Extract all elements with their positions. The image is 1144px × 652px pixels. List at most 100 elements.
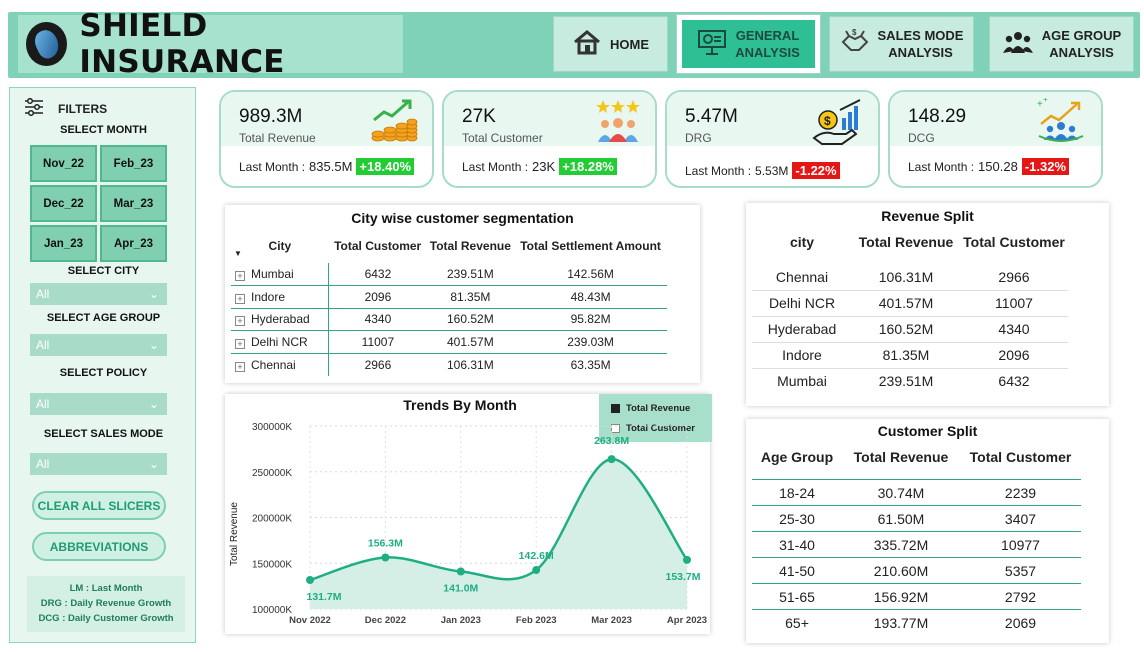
table-cell: 160.52M (852, 316, 960, 343)
presentation-chart-icon (697, 28, 727, 60)
kpi-change-badge: -1.32% (1021, 158, 1070, 175)
month-slicer-apr-23[interactable]: Apr_23 (100, 225, 167, 262)
kpi-value: 148.29 (908, 106, 967, 127)
trends-chart-panel: Trends By Month Total Revenue Total Cust… (225, 394, 712, 634)
column-header[interactable]: Total Revenue (427, 233, 515, 263)
table-row: Delhi NCR 401.57M 11007 (752, 290, 1068, 317)
city-cell[interactable]: + Mumbai (231, 263, 330, 286)
city-dropdown[interactable]: All ⌄ (30, 283, 167, 305)
revenue-split-table: city Total Revenue Total Customer Chenna… (752, 234, 1068, 394)
shield-logo-icon (26, 22, 68, 66)
month-slicer-nov-22[interactable]: Nov_22 (30, 145, 97, 182)
table-cell: 30.74M (842, 479, 960, 506)
nav-age-group-label: AGE GROUP ANALYSIS (1041, 28, 1122, 60)
data-point[interactable] (532, 566, 541, 575)
sales-mode-dropdown-value: All (36, 457, 50, 471)
kpi-lm-label: Last Month : (685, 163, 752, 178)
column-header[interactable]: Total Customer (329, 233, 427, 263)
column-header[interactable]: City (231, 233, 329, 263)
chevron-down-icon: ⌄ (148, 287, 159, 301)
y-tick-label: 100000K (252, 605, 292, 616)
y-axis-label: Total Revenue (229, 502, 240, 566)
column-header[interactable]: Total Customer (960, 449, 1081, 480)
kpi-card-total-customer: 27K Total Customer Last Month : 23K +18.… (442, 90, 657, 188)
table-cell: 2069 (1004, 614, 1037, 631)
filters-label: FILTERS (58, 101, 108, 116)
city-cell[interactable]: + Delhi NCR (231, 330, 330, 354)
age-group-dropdown[interactable]: All ⌄ (30, 334, 167, 356)
abbreviation-drg: DRG : Daily Revenue Growth (40, 598, 172, 609)
month-slicer-mar-23[interactable]: Mar_23 (100, 185, 167, 222)
kpi-lm-label: Last Month : (908, 159, 975, 174)
kpi-name: Total Customer (462, 131, 543, 145)
x-tick-label: Apr 2023 (667, 615, 707, 626)
table-cell: 106.31M (447, 357, 494, 372)
data-point[interactable] (683, 555, 691, 564)
data-point[interactable] (381, 553, 390, 562)
nav-age-group-analysis-button[interactable]: AGE GROUP ANALYSIS (989, 16, 1134, 72)
city-cell[interactable]: + Indore (231, 285, 330, 309)
table-row: Chennai 106.31M 2966 (752, 264, 1068, 291)
abbreviations-legend: LM : Last Month DRG : Daily Revenue Grow… (27, 576, 185, 632)
policy-dropdown-value: All (36, 397, 50, 411)
data-point[interactable] (306, 575, 314, 584)
data-point[interactable] (456, 567, 465, 576)
month-slicer-dec-22[interactable]: Dec_22 (30, 185, 97, 222)
column-header[interactable]: Total Settlement Amount (514, 233, 667, 263)
customer-split-table: Age Group Total Revenue Total Customer 1… (752, 449, 1081, 636)
revenue-split-title: Revenue Split (881, 208, 974, 224)
column-header[interactable]: Total Revenue (852, 234, 960, 264)
table-cell: 11007 (960, 290, 1068, 317)
app-title: SHIELD INSURANCE (79, 8, 285, 80)
nav-sales-mode-analysis-button[interactable]: $ SALES MODE ANALYSIS (829, 16, 974, 72)
kpi-last-month: Last Month : 150.28 -1.32% (908, 158, 1070, 175)
city-cell[interactable]: + Chennai (231, 353, 330, 376)
table-row: Hyderabad 160.52M 4340 (752, 316, 1068, 343)
data-label: 263.8M (594, 435, 629, 447)
y-tick-label: 250000K (252, 468, 292, 479)
month-slicer-jan-23[interactable]: Jan_23 (30, 225, 97, 262)
table-cell: Chennai (752, 264, 852, 291)
nav-general-analysis-button[interactable]: GENERAL ANALYSIS (676, 14, 821, 74)
svg-text:$: $ (852, 28, 857, 37)
table-cell: 335.72M (842, 531, 960, 558)
column-header[interactable]: Age Group (752, 449, 842, 480)
sliders-icon (24, 97, 44, 119)
age-group-dropdown-value: All (36, 338, 50, 352)
x-tick-label: Nov 2022 (289, 615, 331, 626)
table-cell: 11007 (328, 330, 427, 354)
select-age-group-label: SELECT AGE GROUP (46, 312, 161, 324)
table-cell: 156.92M (842, 583, 960, 610)
kpi-lm-value: 23K (532, 159, 556, 174)
table-cell: 3407 (960, 505, 1081, 532)
svg-text:$: $ (824, 114, 831, 128)
expand-plus-icon[interactable]: + (235, 271, 245, 281)
column-header[interactable]: Total Customer (960, 234, 1068, 264)
kpi-change-badge: -1.22% (792, 162, 840, 179)
expand-plus-icon[interactable]: + (235, 293, 245, 304)
table-cell: 4340 (960, 316, 1068, 343)
table-cell: 2792 (960, 583, 1081, 610)
expand-plus-icon[interactable]: + (235, 338, 245, 349)
abbreviations-button[interactable]: ABBREVIATIONS (32, 532, 166, 561)
table-cell: 61.50M (842, 505, 960, 532)
city-cell[interactable]: + Hyderabad (231, 308, 330, 331)
table-cell: 2096 (960, 342, 1068, 369)
table-cell: 193.77M (873, 614, 929, 631)
sales-mode-dropdown[interactable]: All ⌄ (30, 453, 167, 475)
month-slicer-feb-23[interactable]: Feb_23 (100, 145, 167, 182)
x-tick-label: Dec 2022 (365, 615, 406, 626)
column-header[interactable]: city (752, 234, 852, 264)
money-hand-chart-icon: $ (812, 98, 864, 152)
nav-home-button[interactable]: HOME (553, 16, 668, 72)
expand-plus-icon[interactable]: + (235, 316, 245, 327)
table-cell: 10977 (960, 531, 1081, 558)
data-point[interactable] (607, 455, 616, 464)
filters-header: FILTERS (24, 97, 108, 119)
clear-all-slicers-button[interactable]: CLEAR ALL SLICERS (32, 491, 166, 520)
handshake-icon: $ (840, 28, 870, 60)
x-axis-ticks: Nov 2022 Dec 2022 Jan 2023 Feb 2023 Mar 2023… (289, 615, 707, 626)
column-header[interactable]: Total Revenue (842, 449, 960, 480)
expand-plus-icon[interactable]: + (235, 361, 245, 372)
policy-dropdown[interactable]: All ⌄ (30, 393, 167, 415)
